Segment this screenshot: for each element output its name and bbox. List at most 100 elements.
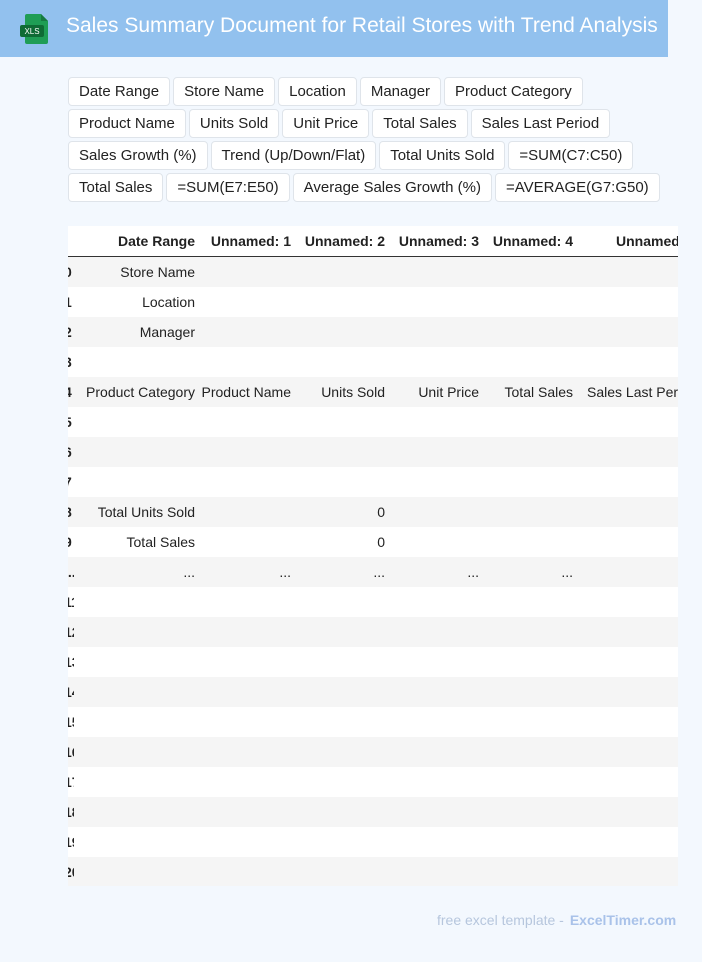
table-cell xyxy=(573,467,678,497)
table-cell xyxy=(74,347,197,377)
field-chip[interactable]: Units Sold xyxy=(188,109,280,138)
title-bar: XLS Sales Summary Document for Retail St… xyxy=(0,0,668,57)
table-cell xyxy=(479,256,573,287)
table-cell xyxy=(74,827,197,857)
table-cell xyxy=(479,677,573,707)
table-cell xyxy=(385,857,479,886)
table-cell xyxy=(385,256,479,287)
table-cell xyxy=(385,467,479,497)
row-index-label: 7 xyxy=(68,474,72,490)
table-cell xyxy=(197,707,291,737)
row-index-label: 13 xyxy=(68,654,74,670)
table-row: 20 xyxy=(68,857,678,886)
field-chip[interactable]: Store Name xyxy=(173,77,276,106)
table-cell xyxy=(74,797,197,827)
data-table: Date Range Unnamed: 1 Unnamed: 2 Unnamed: 3… xyxy=(68,226,678,886)
row-index-label: 3 xyxy=(68,354,72,370)
field-chip[interactable]: Unit Price xyxy=(282,109,370,138)
table-cell xyxy=(291,317,385,347)
table-cell xyxy=(573,857,678,886)
table-cell xyxy=(573,347,678,377)
table-row: 18 xyxy=(68,797,678,827)
field-chip[interactable]: Sales Last Period xyxy=(470,109,611,138)
row-index-label: 9 xyxy=(68,534,72,550)
table-row: 6 xyxy=(68,437,678,467)
field-chip[interactable]: Manager xyxy=(359,77,442,106)
row-index-label: 12 xyxy=(68,624,74,640)
table-cell xyxy=(197,587,291,617)
footer-text: free excel template - xyxy=(437,912,564,928)
field-chip[interactable]: Date Range xyxy=(68,77,171,106)
table-cell xyxy=(385,737,479,767)
table-cell xyxy=(385,437,479,467)
row-index-label: 20 xyxy=(68,864,74,880)
table-cell xyxy=(74,737,197,767)
table-cell: Product Category xyxy=(74,377,197,407)
table-cell xyxy=(573,437,678,467)
field-chip[interactable]: Location xyxy=(278,77,357,106)
table-cell xyxy=(197,617,291,647)
column-header: Unnamed: 1 xyxy=(197,226,291,257)
table-cell xyxy=(573,617,678,647)
table-cell xyxy=(291,617,385,647)
field-chip[interactable]: Average Sales Growth (%) xyxy=(292,173,492,202)
table-cell: Unit Price xyxy=(385,377,479,407)
field-chip[interactable]: =SUM(E7:E50) xyxy=(166,173,290,202)
field-chip[interactable]: Product Name xyxy=(68,109,186,138)
table-cell xyxy=(385,407,479,437)
table-cell xyxy=(573,767,678,797)
field-chip[interactable]: Total Sales xyxy=(68,173,164,202)
table-cell xyxy=(573,497,678,527)
table-cell xyxy=(573,647,678,677)
table-cell xyxy=(385,647,479,677)
table-row: 0Store Name xyxy=(68,256,678,287)
row-index-label: 4 xyxy=(68,384,72,400)
table-cell xyxy=(74,437,197,467)
table-cell xyxy=(291,467,385,497)
field-chip[interactable]: Trend (Up/Down/Flat) xyxy=(210,141,377,170)
icon-label: XLS xyxy=(24,27,39,36)
field-chip[interactable]: =SUM(C7:C50) xyxy=(508,141,634,170)
table-cell xyxy=(197,317,291,347)
table-cell xyxy=(291,677,385,707)
table-cell xyxy=(385,587,479,617)
table-cell xyxy=(385,617,479,647)
table-cell: Units Sold xyxy=(291,377,385,407)
table-cell xyxy=(197,287,291,317)
row-index-label: 1 xyxy=(68,294,72,310)
table-cell xyxy=(479,437,573,467)
table-cell xyxy=(197,497,291,527)
table-cell xyxy=(74,767,197,797)
table-cell xyxy=(573,317,678,347)
table-cell xyxy=(197,527,291,557)
table-cell xyxy=(573,287,678,317)
field-chip[interactable]: Total Units Sold xyxy=(379,141,506,170)
table-cell: Manager xyxy=(74,317,197,347)
footer-brand-link[interactable]: ExcelTimer.com xyxy=(570,912,676,928)
column-header: Unnamed: 2 xyxy=(291,226,385,257)
table-row: 7 xyxy=(68,467,678,497)
table-cell xyxy=(291,437,385,467)
column-header: Unnamed: 4 xyxy=(479,226,573,257)
field-chip[interactable]: =AVERAGE(G7:G50) xyxy=(494,173,660,202)
table-cell xyxy=(291,256,385,287)
table-cell xyxy=(573,256,678,287)
field-chip[interactable]: Total Sales xyxy=(372,109,468,138)
field-chip[interactable]: Product Category xyxy=(444,77,583,106)
table-cell xyxy=(197,827,291,857)
table-row: 4Product CategoryProduct NameUnits SoldU… xyxy=(68,377,678,407)
table-cell xyxy=(291,797,385,827)
table-cell: 0 xyxy=(291,527,385,557)
spreadsheet-preview: Date Range Unnamed: 1 Unnamed: 2 Unnamed: 3… xyxy=(68,226,678,886)
table-cell xyxy=(573,677,678,707)
table-cell xyxy=(197,437,291,467)
table-cell xyxy=(74,707,197,737)
row-index-label: 16 xyxy=(68,744,74,760)
table-cell xyxy=(291,737,385,767)
table-row: 14 xyxy=(68,677,678,707)
row-index-label: 11 xyxy=(68,594,74,610)
table-cell xyxy=(479,317,573,347)
table-row: 11 xyxy=(68,587,678,617)
field-chip[interactable]: Sales Growth (%) xyxy=(68,141,208,170)
table-row: 8Total Units Sold 0 xyxy=(68,497,678,527)
